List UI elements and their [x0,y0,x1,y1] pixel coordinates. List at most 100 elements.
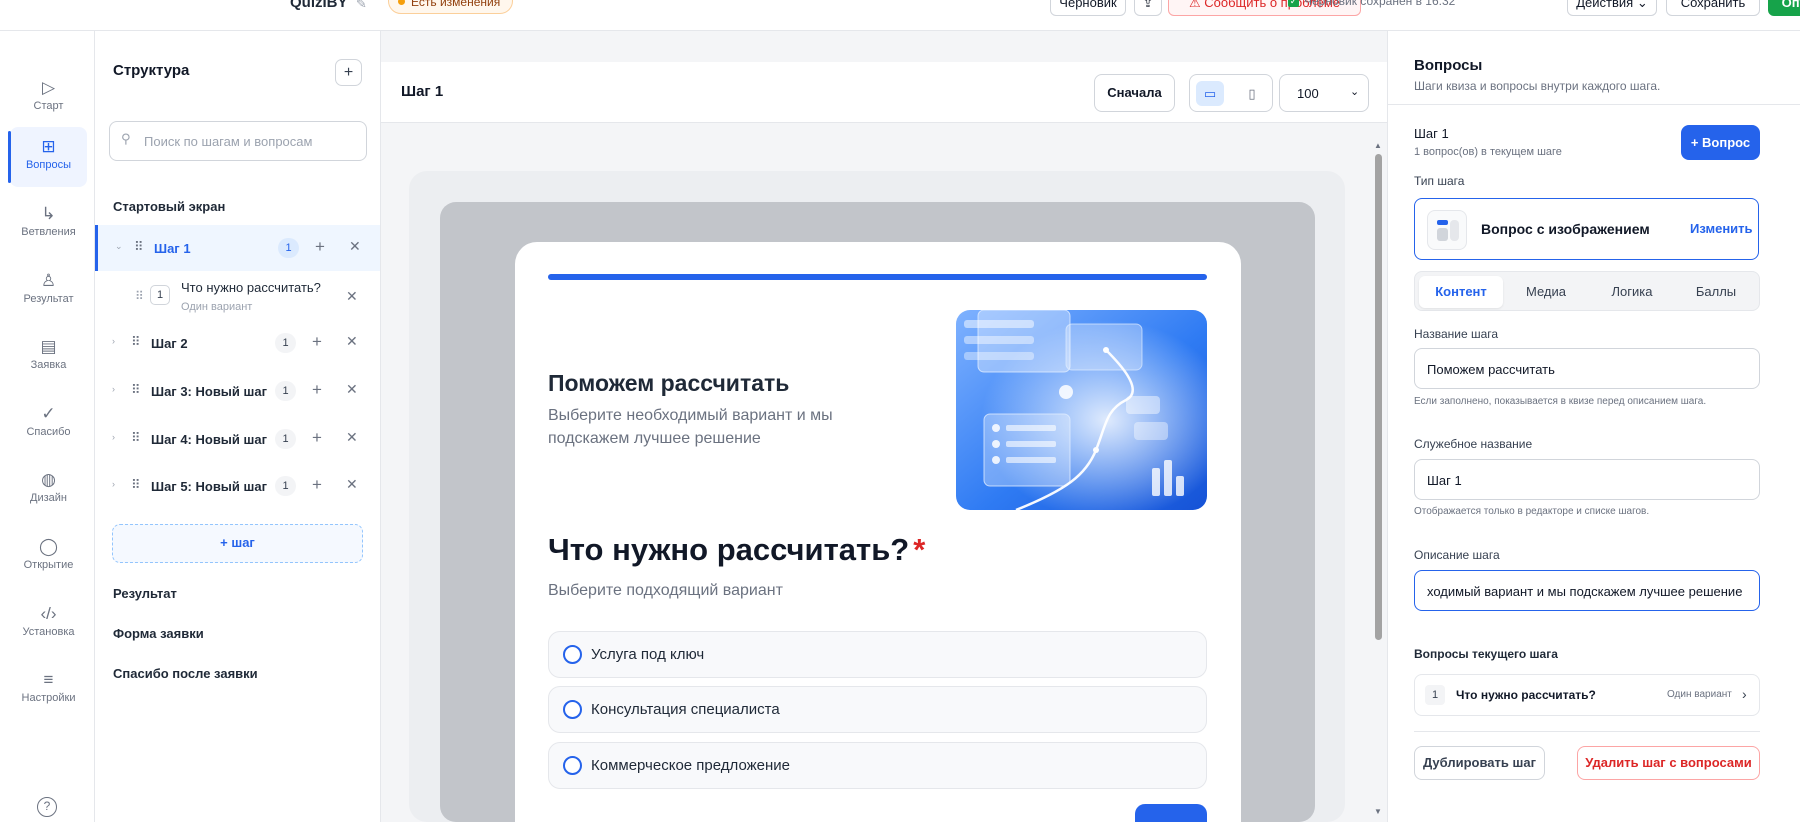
lead-form-link[interactable]: Форма заявки [113,626,204,641]
service-name-input[interactable] [1427,471,1749,489]
nav-item-result[interactable]: ♙ Результат [10,261,87,321]
nav-item-opening[interactable]: ◯ Открытие [10,527,87,587]
drag-handle-icon[interactable]: ⠿ [135,289,144,303]
scroll-down-icon[interactable]: ▼ [1374,807,1382,816]
draft-button[interactable]: Черновик [1050,0,1126,16]
nav-item-branching[interactable]: ↳ Ветвления [10,194,87,254]
close-icon[interactable]: ✕ [349,238,361,255]
delete-step-button[interactable]: Удалить шаг с вопросами [1577,746,1760,780]
export-icon[interactable]: ⇪ [1134,0,1162,16]
add-question-icon[interactable]: + [312,475,322,495]
service-name-field[interactable] [1414,459,1760,500]
step-name-input[interactable] [1427,360,1749,378]
save-button[interactable]: Сохранить [1666,0,1760,16]
step-description-label: Описание шага [1414,548,1500,562]
step-row[interactable]: ⌄ ⠿ Шаг 1 1 + ✕ [95,225,380,271]
mobile-icon[interactable]: ▯ [1238,81,1266,106]
close-icon[interactable]: ✕ [346,381,358,398]
scrollbar-thumb[interactable] [1375,154,1382,640]
chevron-right-icon[interactable]: › [112,384,115,394]
question-count-badge: 1 [275,476,296,496]
canvas-scrollbar[interactable]: ▲ ▼ [1374,141,1383,821]
duplicate-step-button[interactable]: Дублировать шаг [1414,746,1545,780]
add-question-icon[interactable]: + [312,380,322,400]
step-name-field[interactable] [1414,348,1760,389]
answer-option-label: Коммерческое предложение [591,757,791,774]
help-icon[interactable]: ? [37,797,57,817]
result-link[interactable]: Результат [113,586,177,601]
left-navigation: ▷ Старт ⊞ Вопросы ↳ Ветвления ♙ Результат ▤ З… [0,31,95,822]
quiz-title: QuizIBY [290,0,348,11]
close-icon[interactable]: ✕ [346,476,358,493]
step-row[interactable]: › ⠿ Шаг 2 1 + ✕ [95,320,380,366]
nav-item-design[interactable]: ◍ Дизайн [10,460,87,520]
restart-button[interactable]: Сначала [1094,74,1175,112]
start-screen-link[interactable]: Стартовый экран [113,199,225,214]
drag-handle-icon[interactable]: ⠿ [131,477,140,493]
answer-option[interactable]: Консультация специалиста [548,686,1207,733]
step-description-field[interactable] [1414,570,1760,611]
search-input[interactable] [144,131,354,151]
step-label: Шаг 3: Новый шаг [151,384,267,399]
chevron-right-icon[interactable]: › [112,336,115,346]
change-type-button[interactable]: Изменить [1690,221,1753,236]
search-box[interactable]: ⚲ [109,121,367,161]
add-structure-button[interactable]: + [335,59,362,86]
add-question-icon[interactable]: + [312,332,322,352]
changes-badge: Есть изменения [388,0,514,14]
tab-content[interactable]: Контент [1419,276,1503,308]
zoom-select[interactable]: 100% ⌄ [1279,74,1369,112]
step-row[interactable]: › ⠿ Шаг 5: Новый шаг 1 + ✕ [95,463,380,509]
panel-tabs: Контент Медиа Логика Баллы [1414,271,1760,311]
step-description-input[interactable] [1427,582,1749,600]
scroll-up-icon[interactable]: ▲ [1374,141,1382,150]
drag-handle-icon[interactable]: ⠿ [131,334,140,350]
nav-item-label: Результат [23,293,74,305]
add-question-icon[interactable]: + [315,237,325,257]
nav-item-lead-form[interactable]: ▤ Заявка [10,327,87,387]
drag-handle-icon[interactable]: ⠿ [134,239,143,255]
nav-item-thanks[interactable]: ✓ Спасибо [10,394,87,454]
add-question-button[interactable]: + Вопрос [1681,125,1760,160]
close-icon[interactable]: ✕ [346,333,358,350]
image-question-icon [1427,210,1467,250]
tab-logic[interactable]: Логика [1590,276,1674,308]
chevron-right-icon[interactable]: › [112,432,115,442]
question-number: 1 [1425,685,1445,705]
actions-dropdown[interactable]: Действия ⌄ [1567,0,1657,16]
next-button[interactable] [1135,804,1207,822]
thanks-link[interactable]: Спасибо после заявки [113,666,258,681]
desktop-icon[interactable]: ▭ [1196,81,1224,106]
answer-option[interactable]: Коммерческое предложение [548,742,1207,789]
step-label: Шаг 2 [151,336,188,351]
divider [1388,104,1800,105]
chevron-down-icon: ⌄ [1350,86,1360,98]
drag-handle-icon[interactable]: ⠿ [131,382,140,398]
step-label: Шаг 4: Новый шаг [151,432,267,447]
nav-item-settings[interactable]: ≡ Настройки [10,660,87,720]
tab-scores[interactable]: Баллы [1674,276,1758,308]
pencil-icon[interactable]: ✎ [356,0,367,12]
chevron-right-icon[interactable]: › [112,479,115,489]
close-icon[interactable]: ✕ [346,429,358,446]
question-row[interactable]: ⠿ 1 Что нужно рассчитать? Один вариант ✕ [95,270,380,320]
answer-option[interactable]: Услуга под ключ [548,631,1207,678]
radio-button[interactable] [563,700,582,719]
step-row[interactable]: › ⠿ Шаг 3: Новый шаг 1 + ✕ [95,368,380,414]
panel-title: Вопросы [1414,57,1483,74]
nav-item-install[interactable]: ‹/› Установка [10,594,87,654]
tab-media[interactable]: Медиа [1504,276,1588,308]
step-row[interactable]: › ⠿ Шаг 4: Новый шаг 1 + ✕ [95,416,380,462]
current-question-row[interactable]: 1 Что нужно рассчитать? Один вариант › [1414,674,1760,716]
nav-item-start[interactable]: ▷ Старт [10,68,87,128]
close-icon[interactable]: ✕ [346,288,358,305]
radio-button[interactable] [563,756,582,775]
nav-item-questions[interactable]: ⊞ Вопросы [8,127,87,187]
add-question-icon[interactable]: + [312,428,322,448]
radio-button[interactable] [563,645,582,664]
add-step-button[interactable]: + шаг [112,524,363,563]
publish-button[interactable]: Опубликовать [1768,0,1800,16]
chevron-down-icon[interactable]: ⌄ [115,241,123,252]
question-heading-text: Что нужно рассчитать? [548,532,910,567]
drag-handle-icon[interactable]: ⠿ [131,430,140,446]
